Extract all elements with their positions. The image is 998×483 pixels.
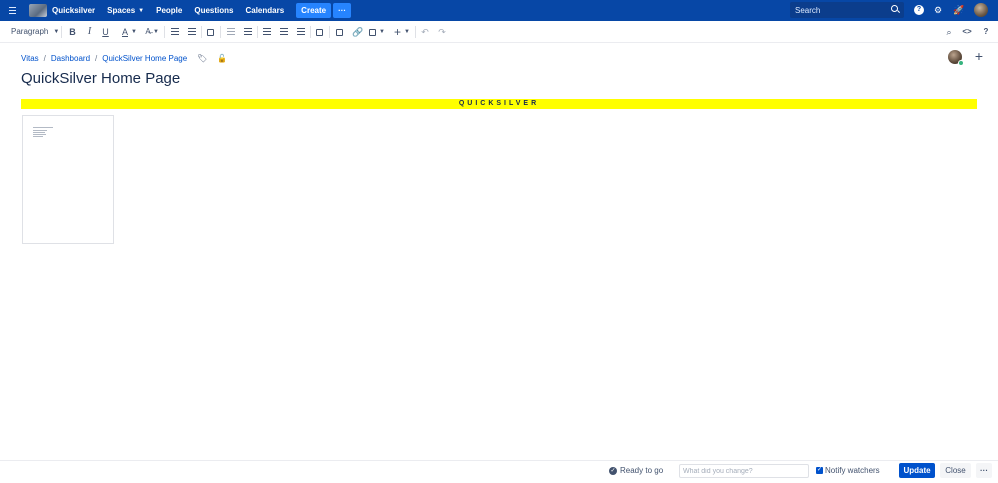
menu-icon[interactable] <box>9 0 23 21</box>
space-logo-icon[interactable] <box>29 4 47 17</box>
align-right-icon[interactable] <box>296 26 305 38</box>
user-avatar[interactable] <box>974 3 988 17</box>
quicksilver-banner[interactable]: QUICKSILVER <box>21 99 977 109</box>
chevron-down-icon[interactable]: ▼ <box>379 26 385 38</box>
restrictions-lock-icon[interactable]: 🔓 <box>217 54 227 63</box>
bold-button[interactable]: B <box>68 26 77 38</box>
chevron-down-icon[interactable]: ▼ <box>404 26 410 38</box>
create-button[interactable]: Create <box>296 3 332 18</box>
insert-plus-icon[interactable]: + <box>393 26 402 38</box>
find-replace-icon[interactable]: ⌕ <box>944 26 954 38</box>
redo-icon[interactable]: ↷ <box>437 26 447 38</box>
chevron-down-icon: ▼ <box>53 28 60 35</box>
task-list-icon[interactable] <box>206 26 215 38</box>
source-editor-icon[interactable]: <> <box>960 26 974 38</box>
document-thumbnail[interactable] <box>22 115 114 244</box>
calendars-link[interactable]: Calendars <box>245 6 284 15</box>
underline-button[interactable]: U <box>101 26 110 38</box>
bullet-list-icon[interactable] <box>170 26 179 38</box>
search-input[interactable]: Search <box>790 2 904 18</box>
undo-icon[interactable]: ↶ <box>420 26 430 38</box>
online-status-dot <box>958 60 964 66</box>
help-icon[interactable]: ? <box>914 5 924 15</box>
questions-link[interactable]: Questions <box>194 6 233 15</box>
indent-icon[interactable] <box>243 26 252 38</box>
labels-icon[interactable]: 🏷 <box>197 54 207 63</box>
spaces-label: Spaces <box>107 6 136 15</box>
toolbar-divider <box>310 26 311 38</box>
text-effects-icon[interactable]: A̶ <box>143 26 153 38</box>
more-options-button[interactable]: ··· <box>976 463 992 478</box>
page-title[interactable]: QuickSilver Home Page <box>21 70 180 87</box>
italic-button[interactable]: I <box>85 26 94 38</box>
image-icon[interactable] <box>335 26 344 38</box>
toolbar-divider <box>415 26 416 38</box>
gear-icon[interactable]: ⚙ <box>933 5 943 15</box>
numbered-list-icon[interactable] <box>187 26 196 38</box>
add-collaborator-icon[interactable]: + <box>972 49 986 64</box>
align-left-icon[interactable] <box>262 26 271 38</box>
check-circle-icon: ✓ <box>609 466 617 475</box>
paragraph-label: Paragraph <box>11 27 49 36</box>
outdent-icon[interactable] <box>226 26 235 38</box>
chevron-down-icon[interactable]: ▼ <box>131 26 137 38</box>
toolbar-divider <box>201 26 202 38</box>
chevron-down-icon[interactable]: ▼ <box>153 26 159 38</box>
search-placeholder: Search <box>795 5 821 15</box>
align-center-icon[interactable] <box>279 26 288 38</box>
notify-watchers-checkbox[interactable]: ✓ Notify watchers <box>816 466 880 475</box>
save-status: ✓ Ready to go <box>609 466 663 475</box>
toolbar-divider <box>220 26 221 38</box>
link-icon[interactable]: 🔗 <box>352 26 363 38</box>
breadcrumb-separator: / <box>43 54 46 63</box>
status-label: Ready to go <box>620 466 664 475</box>
create-more-button[interactable]: ··· <box>333 3 352 18</box>
breadcrumb-item[interactable]: Dashboard <box>51 54 90 63</box>
collaborator-avatar[interactable] <box>948 50 964 66</box>
text-color-button[interactable]: A <box>119 26 131 38</box>
people-link[interactable]: People <box>156 6 182 15</box>
chevron-down-icon: ▼ <box>138 7 145 14</box>
toolbar-divider <box>257 26 258 38</box>
breadcrumb-item[interactable]: QuickSilver Home Page <box>102 54 187 63</box>
breadcrumb-item[interactable]: Vitas <box>21 54 39 63</box>
page-layout-icon[interactable] <box>315 26 324 38</box>
change-comment-input[interactable] <box>679 464 809 478</box>
paragraph-style-dropdown[interactable]: Paragraph ▼ <box>11 27 59 36</box>
toolbar-divider <box>164 26 165 38</box>
breadcrumb: Vitas / Dashboard / QuickSilver Home Pag… <box>21 54 227 63</box>
toolbar-divider <box>61 26 62 38</box>
update-button[interactable]: Update <box>899 463 935 478</box>
app-name-link[interactable]: Quicksilver <box>52 6 95 15</box>
notifications-icon[interactable]: 🚀 <box>953 5 964 15</box>
breadcrumb-separator: / <box>95 54 98 63</box>
notify-watchers-label: Notify watchers <box>825 466 880 475</box>
toolbar-divider <box>329 26 330 38</box>
table-icon[interactable] <box>368 26 377 38</box>
close-button[interactable]: Close <box>940 463 971 478</box>
search-icon <box>891 5 898 12</box>
spaces-menu[interactable]: Spaces ▼ <box>107 6 144 15</box>
checkbox-checked-icon[interactable]: ✓ <box>816 467 823 474</box>
help-icon[interactable]: ? <box>981 26 991 38</box>
